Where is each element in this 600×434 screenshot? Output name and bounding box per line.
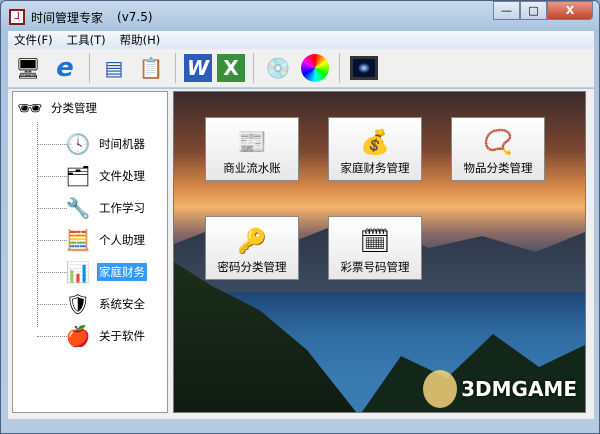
toolbar-separator xyxy=(175,53,176,83)
app-icon: ⅃ xyxy=(9,9,25,25)
module-icon: 📰 xyxy=(237,128,267,156)
module-button[interactable]: 🔑 密码分类管理 xyxy=(205,216,299,280)
toolbar: 🖥 e ▤ 📋 W X 💿 xyxy=(8,49,594,88)
module-label: 商业流水账 xyxy=(223,161,281,175)
tree-item-icon: 🍎 xyxy=(65,324,91,348)
tree-item[interactable]: 🔧 工作学习 xyxy=(63,194,147,222)
word-icon[interactable]: W xyxy=(184,54,212,82)
maximize-button[interactable]: □ xyxy=(520,1,547,20)
tree-item[interactable]: 🧮 个人助理 xyxy=(63,226,147,254)
category-tree[interactable]: 🕶 分类管理 🕓 时间机器 🗂 文件处理 🔧 工作学习 🧮 个人助理 📊 家庭财… xyxy=(12,91,168,413)
monitor-icon[interactable] xyxy=(348,52,380,84)
close-button[interactable]: X xyxy=(547,1,593,20)
tree-item-label: 时间机器 xyxy=(99,137,145,151)
tree-item-icon: 🗂 xyxy=(65,164,91,188)
toolbar-separator xyxy=(89,53,90,83)
module-button[interactable]: 📿 物品分类管理 xyxy=(451,117,545,181)
color-wheel-icon[interactable] xyxy=(299,52,331,84)
tree-item-label: 家庭财务 xyxy=(97,263,147,281)
tree-item-label: 文件处理 xyxy=(99,169,145,183)
menu-tools[interactable]: 工具(T) xyxy=(67,32,106,48)
module-icon: 📿 xyxy=(483,128,513,156)
tree-root[interactable]: 🕶 分类管理 xyxy=(15,94,99,122)
cd-icon[interactable]: 💿 xyxy=(262,52,294,84)
tree-item[interactable]: 🍎 关于软件 xyxy=(63,322,147,350)
excel-icon[interactable]: X xyxy=(217,54,245,82)
web-pages-icon[interactable]: ▤ xyxy=(98,52,130,84)
client-area: 🕶 分类管理 🕓 时间机器 🗂 文件处理 🔧 工作学习 🧮 个人助理 📊 家庭财… xyxy=(8,89,594,419)
tree-item-icon: 🧮 xyxy=(65,228,91,252)
toolbar-separator xyxy=(339,53,340,83)
module-button[interactable]: 🗓 彩票号码管理 xyxy=(328,216,422,280)
window-title: 时间管理专家 xyxy=(31,10,104,25)
tree-item-icon: 📊 xyxy=(65,260,91,284)
module-button[interactable]: 💰 家庭财务管理 xyxy=(328,117,422,181)
tree-item-label: 系统安全 xyxy=(99,297,145,311)
toolbar-separator xyxy=(253,53,254,83)
user-icon: 🕶 xyxy=(17,96,43,120)
menu-help[interactable]: 帮助(H) xyxy=(120,32,161,48)
internet-explorer-icon[interactable]: e xyxy=(49,52,81,84)
tree-item[interactable]: 🕓 时间机器 xyxy=(63,130,147,158)
tree-item-icon: 🕓 xyxy=(65,132,91,156)
tree-root-label: 分类管理 xyxy=(51,101,97,115)
app-window: ⅃ 时间管理专家 (v7.5) — □ X 文件(F) 工具(T) 帮助(H) … xyxy=(0,0,600,434)
tree-item-icon: 🔧 xyxy=(65,196,91,220)
module-icon: 🔑 xyxy=(237,227,267,255)
module-label: 物品分类管理 xyxy=(463,161,533,175)
module-label: 家庭财务管理 xyxy=(340,161,410,175)
tree-item-label: 关于软件 xyxy=(99,329,145,343)
menu-file[interactable]: 文件(F) xyxy=(14,32,53,48)
tree-item[interactable]: 🛡 系统安全 xyxy=(63,290,147,318)
menu-bar: 文件(F) 工具(T) 帮助(H) xyxy=(8,31,594,49)
module-icon: 💰 xyxy=(360,128,390,156)
window-version: (v7.5) xyxy=(117,10,153,24)
main-panel: 📰 商业流水账 💰 家庭财务管理 📿 物品分类管理 🔑 密码分类管理 🗓 彩票号… xyxy=(173,91,586,413)
tree-line xyxy=(37,122,38,327)
minimize-button[interactable]: — xyxy=(493,1,520,20)
tree-item-label: 个人助理 xyxy=(99,233,145,247)
module-button[interactable]: 📰 商业流水账 xyxy=(205,117,299,181)
module-icon: 🗓 xyxy=(359,227,391,255)
title-bar: ⅃ 时间管理专家 (v7.5) xyxy=(9,7,153,27)
computer-icon[interactable]: 🖥 xyxy=(12,52,44,84)
tree-item-label: 工作学习 xyxy=(99,201,145,215)
module-label: 彩票号码管理 xyxy=(340,260,410,274)
clipboard-icon[interactable]: 📋 xyxy=(135,52,167,84)
watermark-logo-icon xyxy=(423,370,458,408)
module-label: 密码分类管理 xyxy=(217,260,287,274)
tree-item-icon: 🛡 xyxy=(65,292,91,316)
tree-item[interactable]: 🗂 文件处理 xyxy=(63,162,147,190)
watermark: 3DMGAME xyxy=(423,370,577,408)
tree-item[interactable]: 📊 家庭财务 xyxy=(63,258,147,286)
